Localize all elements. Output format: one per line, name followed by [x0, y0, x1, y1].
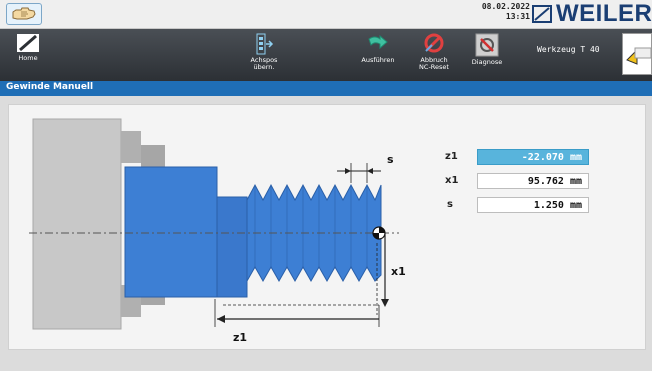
home-label: Home: [18, 54, 38, 62]
date-text: 08.02.2022: [481, 2, 530, 11]
brand-name: WEILER: [556, 0, 652, 27]
z1-dimension-label: z1: [233, 331, 247, 344]
diagnosis-label: Diagnose: [471, 58, 503, 66]
home-button[interactable]: Home: [6, 29, 50, 81]
thread-diagram: s x1 z1: [29, 118, 406, 344]
weiler-logo: WEILER: [532, 0, 652, 27]
datetime: 08.02.2022 13:31: [470, 2, 530, 22]
chuck-jaw-top-2: [141, 145, 165, 167]
chuck-jaw-top-1: [121, 131, 141, 163]
weiler-logo-mark-icon: [532, 5, 552, 23]
accept-axis-positions-button[interactable]: Achspos übern.: [240, 29, 288, 81]
abort-reset-icon: [424, 33, 444, 53]
abort-nc-reset-button[interactable]: Abbruch NC-Reset: [410, 29, 458, 81]
current-tool-label: Werkzeug T 40: [537, 45, 600, 54]
diagnosis-button[interactable]: Diagnose: [464, 29, 510, 81]
x1-dimension-label: x1: [391, 265, 406, 278]
param-label-s: s: [447, 199, 453, 210]
hand-icon: [12, 7, 36, 20]
turning-tool-icon: [626, 47, 652, 65]
home-logo-icon: [17, 34, 39, 52]
param-label-x1: x1: [445, 175, 459, 186]
axis-positions-icon: [256, 33, 274, 55]
hand-mode-button[interactable]: [6, 3, 42, 25]
page-title: Gewinde Manuell: [6, 82, 94, 92]
workpiece-body: [124, 166, 218, 298]
pitch-s-input[interactable]: 1.250 mm: [477, 197, 589, 213]
thread-cycle-panel: s x1 z1 z1 -22.070 mm x1 95.762 mm s 1.2…: [8, 104, 646, 350]
time-text: 13:31: [505, 12, 530, 21]
chuck-body: [32, 118, 122, 330]
x1-input[interactable]: 95.762 mm: [477, 173, 589, 189]
execute-label: Ausführen: [361, 56, 395, 64]
param-label-z1: z1: [445, 151, 458, 162]
toolbar: Home Achspos übern. Ausführen Abbruch NC…: [0, 29, 652, 81]
page-title-bar: Gewinde Manuell: [0, 81, 652, 96]
execute-button[interactable]: Ausführen: [354, 29, 402, 81]
diagnosis-icon: [475, 33, 499, 57]
top-bar: 08.02.2022 13:31 WEILER: [0, 0, 652, 29]
s-dimension-label: s: [387, 153, 394, 166]
accept-axes-label-2: übern.: [253, 63, 275, 71]
execute-arrow-icon: [368, 34, 388, 50]
abort-label-2: NC-Reset: [419, 63, 449, 71]
tool-preview[interactable]: [622, 33, 652, 75]
workpiece-neck: [216, 196, 248, 298]
z1-input[interactable]: -22.070 mm: [477, 149, 589, 165]
